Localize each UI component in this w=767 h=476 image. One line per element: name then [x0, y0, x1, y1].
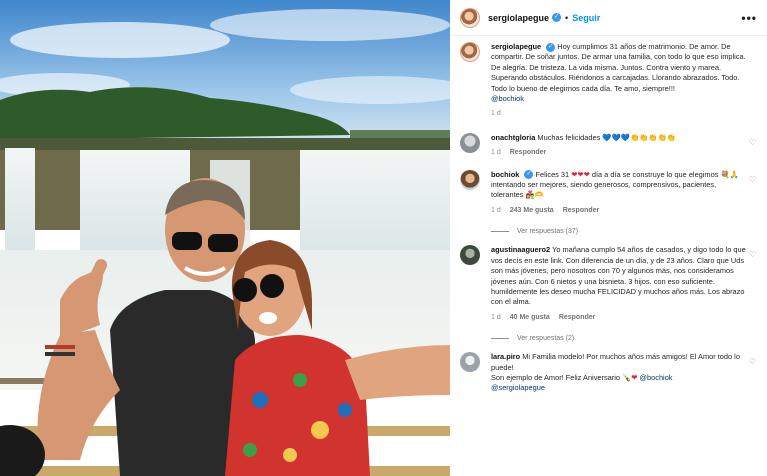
- comment-text: Felices 31: [535, 169, 570, 179]
- comment-item: onachtgloria Muchas felicidades 💙💙💙👏👏👏👏👏…: [460, 132, 757, 159]
- caption-meta: 1 d: [491, 109, 747, 119]
- view-replies-label[interactable]: Ver respuestas (2): [517, 335, 574, 342]
- comment-likes[interactable]: 243 Me gusta: [510, 206, 554, 216]
- reply-button[interactable]: Responder: [559, 313, 596, 323]
- commenter-avatar[interactable]: [460, 169, 480, 190]
- comment-meta: 1 d Responder: [491, 148, 747, 158]
- comment-time[interactable]: 1 d: [491, 148, 501, 158]
- comment-username[interactable]: lara.piro: [491, 352, 520, 361]
- comment-text-block: lara.piro Mi Familia modelo! Por muchos …: [491, 352, 757, 394]
- comment-username[interactable]: agustinaaguero2: [491, 245, 550, 254]
- caption-username[interactable]: sergiolapegue: [491, 42, 541, 51]
- comment-item: bochiok ✓ Felices 31 ❤❤❤ día a día se co…: [460, 169, 757, 217]
- view-replies-button[interactable]: Ver respuestas (2): [491, 335, 757, 342]
- comment-item: agustinaaguero2 Yo mañana cumplo 54 años…: [460, 245, 757, 323]
- verified-icon: ✓: [524, 170, 534, 180]
- comment-text: Son ejemplo de Amor! Feliz Aniversario: [491, 372, 620, 382]
- comment-emoji: ❤❤❤: [571, 169, 590, 179]
- post-header: sergiolapegue ✓ • Seguir •••: [450, 0, 767, 36]
- comment-text-block: onachtgloria Muchas felicidades 💙💙💙👏👏👏👏👏…: [491, 133, 757, 159]
- comment-text: Mi Familia modelo! Por muchos años más a…: [491, 352, 740, 372]
- verified-icon: ✓: [552, 13, 562, 22]
- author-avatar[interactable]: [460, 7, 480, 28]
- post-image: [0, 0, 450, 476]
- caption-text-block: sergiolapegue ✓ Hoy cumplimos 31 años de…: [491, 42, 757, 120]
- comment-username[interactable]: bochiok: [491, 170, 519, 179]
- view-replies-line: [491, 231, 509, 233]
- comment-meta: 1 d 243 Me gusta Responder: [491, 206, 747, 216]
- comment-likes[interactable]: 40 Me gusta: [510, 313, 550, 323]
- more-options-icon[interactable]: •••: [741, 11, 757, 25]
- separator-dot: •: [565, 12, 569, 23]
- author-username[interactable]: sergiolapegue: [488, 13, 549, 23]
- comment-text-block: agustinaaguero2 Yo mañana cumplo 54 años…: [491, 245, 757, 323]
- comment-meta: 1 d 40 Me gusta Responder: [491, 313, 747, 323]
- post-side-panel: sergiolapegue ✓ • Seguir ••• sergiolapeg…: [450, 0, 767, 476]
- comment-item: lara.piro Mi Familia modelo! Por muchos …: [460, 352, 757, 394]
- follow-button[interactable]: Seguir: [572, 13, 600, 23]
- comment-text: día a día se construye lo que elegimos: [591, 169, 719, 179]
- caption-time[interactable]: 1 d: [491, 109, 501, 119]
- comment-time[interactable]: 1 d: [491, 206, 501, 216]
- comment-emoji: 💙💙💙👏👏👏👏👏: [602, 132, 676, 142]
- like-heart-icon[interactable]: ♡: [749, 138, 757, 147]
- view-replies-button[interactable]: Ver respuestas (37): [491, 228, 757, 235]
- comment-emoji: 💐🙏: [720, 169, 739, 179]
- comment-emoji: 🍾❤: [622, 372, 638, 382]
- verified-icon: ✓: [546, 42, 556, 52]
- like-heart-icon[interactable]: ♡: [749, 175, 757, 184]
- comment-text: Muchas felicidades: [537, 132, 601, 142]
- like-heart-icon[interactable]: ♡: [749, 358, 757, 366]
- comment-emoji: 👩‍❤️‍👨🫶: [525, 190, 544, 200]
- caption-mention[interactable]: @bochiok: [491, 94, 524, 103]
- view-replies-line: [491, 338, 509, 340]
- comment-mention[interactable]: @sergiolapegue: [491, 383, 545, 392]
- comment-text: Yo mañana cumplo 54 años de casados, y d…: [491, 245, 746, 307]
- commenter-avatar[interactable]: [460, 352, 480, 373]
- commenter-avatar[interactable]: [460, 245, 480, 266]
- comment-time[interactable]: 1 d: [491, 313, 501, 323]
- like-heart-icon[interactable]: ♡: [749, 251, 757, 259]
- caption: sergiolapegue ✓ Hoy cumplimos 31 años de…: [460, 42, 757, 120]
- comment-username[interactable]: onachtgloria: [491, 133, 535, 142]
- reply-button[interactable]: Responder: [510, 148, 547, 158]
- comment-text-block: bochiok ✓ Felices 31 ❤❤❤ día a día se co…: [491, 170, 757, 217]
- author-avatar-caption[interactable]: [460, 42, 480, 62]
- commenter-avatar[interactable]: [460, 132, 480, 153]
- comments-area: sergiolapegue ✓ Hoy cumplimos 31 años de…: [450, 36, 767, 394]
- post-photo[interactable]: [0, 0, 450, 476]
- view-replies-label[interactable]: Ver respuestas (37): [517, 228, 578, 235]
- reply-button[interactable]: Responder: [563, 206, 600, 216]
- comment-mention[interactable]: @bochiok: [640, 373, 673, 382]
